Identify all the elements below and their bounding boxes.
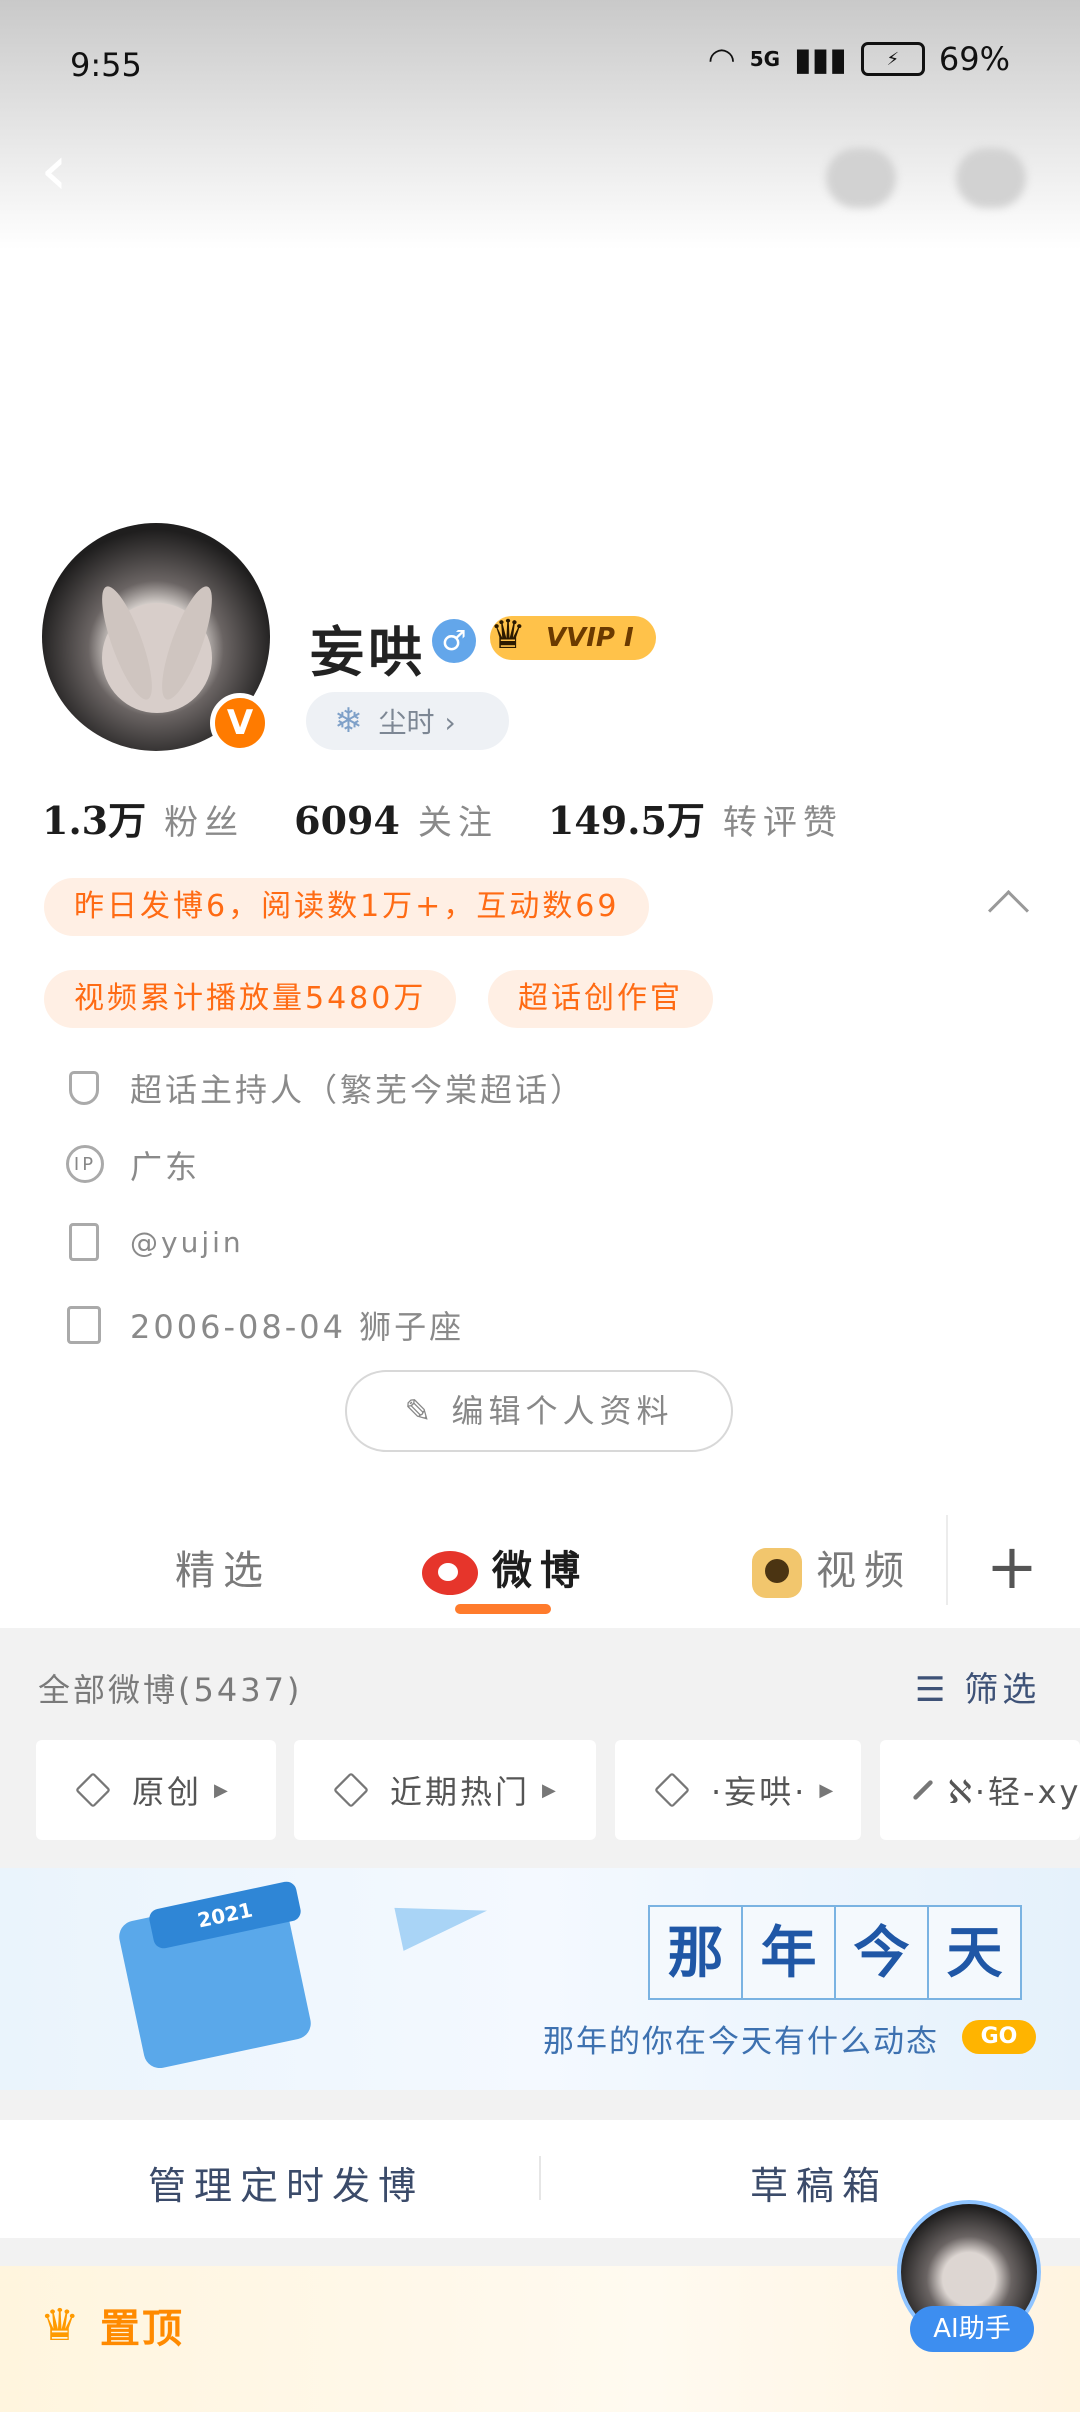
tab-divider — [946, 1515, 948, 1605]
on-this-day-subtitle: 那年的你在今天有什么动态 — [543, 2024, 939, 2060]
following-label[interactable]: 关注 — [418, 795, 498, 844]
add-tab-plus-icon[interactable]: + — [986, 1530, 1038, 1603]
edit-profile-button[interactable]: ✎ 编辑个人资料 — [345, 1370, 733, 1452]
video-plays-pill[interactable]: 视频累计播放量5480万 — [44, 970, 457, 1028]
info-birthday-text: 2006-08-04 狮子座 — [130, 1308, 465, 1346]
filter-button[interactable]: ☰ 筛选 — [915, 1662, 1040, 1711]
title-char: 今 — [834, 1905, 929, 2000]
layers-icon — [653, 1771, 691, 1809]
info-host-text: 超话主持人（繁芜今棠超话） — [130, 1071, 586, 1109]
on-this-day-title: 那 年 今 天 — [648, 1905, 1022, 2000]
status-time: 9:55 — [70, 46, 142, 84]
wifi-icon: ◠ — [707, 40, 736, 78]
chip-group-2[interactable]: ℵ·轻-xy — [880, 1740, 1080, 1840]
dust-button[interactable]: ❄ 尘时 › — [306, 692, 509, 750]
document-icon — [69, 1223, 99, 1261]
engagement-count[interactable]: 149.5万 — [548, 790, 705, 845]
fans-label[interactable]: 粉丝 — [164, 795, 244, 844]
chevron-right-icon: › — [444, 706, 456, 739]
info-ip-text: 广东 — [130, 1148, 201, 1186]
chip-hot[interactable]: 近期热门 ▶ — [294, 1740, 596, 1840]
title-char: 天 — [927, 1905, 1022, 2000]
fans-count[interactable]: 1.3万 — [42, 790, 146, 845]
active-tab-indicator — [455, 1604, 551, 1614]
triangle-right-icon: ▶ — [214, 1779, 231, 1801]
title-char: 那 — [648, 1905, 743, 2000]
profile-stats: 1.3万 粉丝 6094 关注 149.5万 转评赞 — [42, 790, 893, 845]
info-row-ip: IP 广东 — [66, 1142, 200, 1188]
section-spacer — [0, 2090, 1080, 2120]
info-row-host[interactable]: 超话主持人（繁芜今棠超话） — [66, 1065, 585, 1111]
filter-icon: ☰ — [915, 1670, 950, 1710]
battery-percent: 69% — [938, 40, 1010, 78]
status-icons: ◠ 5G ▮▮▮ ⚡ 69% — [708, 40, 1010, 78]
ai-assistant-button[interactable]: AI助手 — [910, 2306, 1034, 2352]
profile-tabs: 精选 微博 视频 — [0, 1490, 1080, 1620]
layers-icon — [332, 1771, 370, 1809]
title-char: 年 — [741, 1905, 836, 2000]
weibo-logo-icon — [422, 1551, 478, 1595]
back-chevron-icon[interactable]: ‹ — [40, 135, 68, 205]
male-gender-icon: ♂ — [432, 619, 476, 663]
pencil-icon: ✎ — [404, 1392, 437, 1430]
chip-hot-label: 近期热门 — [390, 1773, 531, 1811]
manage-divider — [539, 2156, 541, 2200]
info-row-birthday: 2006-08-04 狮子座 — [66, 1302, 464, 1348]
tab-video[interactable]: 视频 — [752, 1538, 912, 1598]
battery-icon: ⚡ — [860, 42, 925, 76]
tab-weibo[interactable]: 微博 — [422, 1538, 588, 1596]
following-count[interactable]: 6094 — [294, 798, 400, 843]
all-weibo-count: 全部微博(5437) — [38, 1671, 303, 1709]
profile-name: 妄哄 — [310, 620, 426, 684]
filter-label: 筛选 — [964, 1670, 1041, 1710]
chip-original[interactable]: 原创 ▶ — [36, 1740, 276, 1840]
signal-icon: ▮▮▮ — [794, 40, 847, 78]
daily-stats-pill[interactable]: 昨日发博6，阅读数1万+，互动数69 — [44, 878, 650, 936]
tab-featured[interactable]: 精选 — [175, 1538, 271, 1596]
pinned-label: 置顶 — [100, 2306, 184, 2352]
tab-video-label: 视频 — [816, 1548, 912, 1594]
triangle-right-icon: ▶ — [819, 1779, 837, 1801]
share-button[interactable] — [956, 148, 1026, 208]
chip-original-label: 原创 — [132, 1773, 203, 1811]
video-play-icon — [752, 1548, 802, 1598]
crown-icon: ♛ — [490, 612, 526, 658]
triangle-right-icon: ▶ — [542, 1779, 559, 1801]
chip-group-1-label: ·妄哄· — [711, 1773, 808, 1811]
more-options-button[interactable] — [826, 148, 896, 208]
collapse-chevron-icon[interactable] — [987, 889, 1030, 932]
chip-group-2-label: ℵ·轻-xy — [948, 1773, 1080, 1811]
dust-label: 尘时 — [378, 706, 435, 739]
profile-header-background — [0, 0, 1080, 250]
snowflake-icon: ❄ — [334, 701, 363, 741]
scheduled-posts-button[interactable]: 管理定时发博 — [148, 2155, 424, 2210]
info-bio-text: @yujin — [130, 1225, 244, 1259]
network-label: 5G — [749, 47, 781, 71]
shield-icon — [69, 1071, 99, 1105]
creator-pill[interactable]: 超话创作官 — [488, 970, 713, 1028]
edit-profile-label: 编辑个人资料 — [451, 1392, 674, 1430]
layers-icon — [74, 1771, 112, 1809]
crown-pin-icon: ♛ — [40, 2300, 80, 2351]
status-bar: 9:55 ◠ 5G ▮▮▮ ⚡ 69% — [0, 40, 1080, 90]
ip-icon: IP — [66, 1145, 104, 1183]
layers-icon — [912, 1779, 934, 1801]
go-button[interactable]: GO — [962, 2020, 1036, 2054]
verified-badge: V — [210, 693, 270, 753]
info-row-bio: @yujin — [66, 1222, 244, 1262]
drafts-button[interactable]: 草稿箱 — [750, 2155, 888, 2210]
tab-weibo-label: 微博 — [492, 1548, 588, 1594]
engagement-label[interactable]: 转评赞 — [723, 795, 843, 844]
calendar-icon — [67, 1306, 101, 1344]
chip-group-1[interactable]: ·妄哄· ▶ — [615, 1740, 861, 1840]
